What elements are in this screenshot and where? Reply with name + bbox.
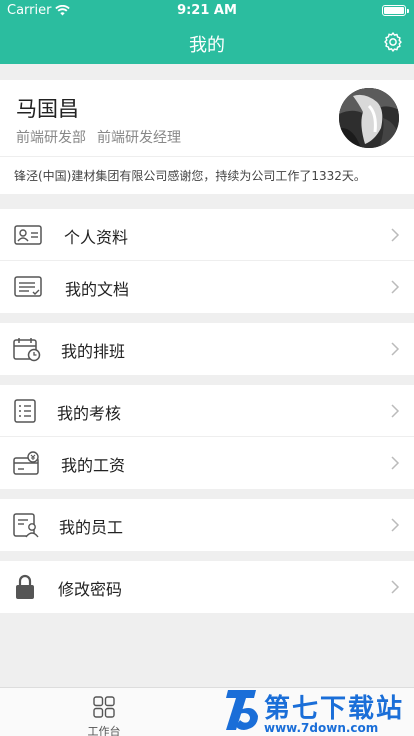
- user-position: 前端研发经理: [97, 130, 181, 146]
- user-name: 马国昌: [16, 97, 79, 121]
- grid-icon: [93, 696, 115, 718]
- watermark-url: www.7down.com: [264, 721, 379, 735]
- chevron-right-icon: [391, 280, 400, 294]
- gear-icon[interactable]: [382, 31, 404, 53]
- menu-item-my-salary[interactable]: 我的工资: [0, 437, 414, 489]
- lock-icon: [16, 574, 34, 599]
- tab-workbench[interactable]: 工作台: [83, 688, 125, 736]
- menu-item-label: 我的考核: [57, 404, 122, 423]
- battery-icon: [382, 5, 409, 16]
- chevron-right-icon: [391, 342, 400, 356]
- menu-item-my-documents[interactable]: 我的文档: [0, 261, 414, 313]
- menu-item-label: 我的排班: [61, 342, 126, 361]
- menu-item-label: 我的文档: [65, 280, 130, 299]
- menu-item-label: 我的工资: [61, 456, 126, 475]
- menu-item-personal-info[interactable]: 个人资料: [0, 209, 414, 261]
- divider: [0, 156, 414, 157]
- document-icon: [14, 276, 42, 297]
- service-note: 锋泾(中国)建材集团有限公司感谢您，持续为公司工作了1332天。: [14, 169, 366, 183]
- id-card-icon: [14, 225, 42, 245]
- watermark-text: 第七下载站: [264, 694, 405, 724]
- page-title: 我的: [189, 35, 225, 56]
- calendar-clock-icon: [13, 338, 41, 362]
- app-header: Carrier 9:21 AM 我的: [0, 0, 414, 64]
- menu-item-label: 我的员工: [59, 518, 124, 537]
- status-time: 9:21 AM: [177, 3, 237, 18]
- profile-card[interactable]: 马国昌 前端研发部 前端研发经理 锋泾(中国)建材集团有限公司感谢您，持续为公司…: [0, 80, 414, 194]
- menu-item-my-assessment[interactable]: 我的考核: [0, 385, 414, 437]
- watermark-logo-icon: [226, 690, 258, 730]
- employee-icon: [13, 513, 39, 538]
- tab-workbench-label: 工作台: [87, 725, 121, 736]
- menu-item-change-password[interactable]: 修改密码: [0, 561, 414, 613]
- chevron-right-icon: [391, 580, 400, 594]
- chevron-right-icon: [391, 228, 400, 242]
- battery-level: [384, 7, 404, 14]
- avatar[interactable]: [339, 88, 399, 148]
- chevron-right-icon: [391, 518, 400, 532]
- chevron-right-icon: [391, 404, 400, 418]
- salary-card-icon: [13, 451, 39, 475]
- user-department: 前端研发部: [16, 130, 86, 146]
- chevron-right-icon: [391, 456, 400, 470]
- menu-item-my-schedule[interactable]: 我的排班: [0, 323, 414, 375]
- menu-item-my-employees[interactable]: 我的员工: [0, 499, 414, 551]
- watermark: 第七下载站 www.7down.com: [224, 686, 414, 736]
- menu-item-label: 修改密码: [58, 580, 123, 599]
- menu-item-label: 个人资料: [64, 228, 129, 247]
- checklist-icon: [14, 399, 36, 423]
- status-bar: Carrier 9:21 AM: [0, 0, 414, 22]
